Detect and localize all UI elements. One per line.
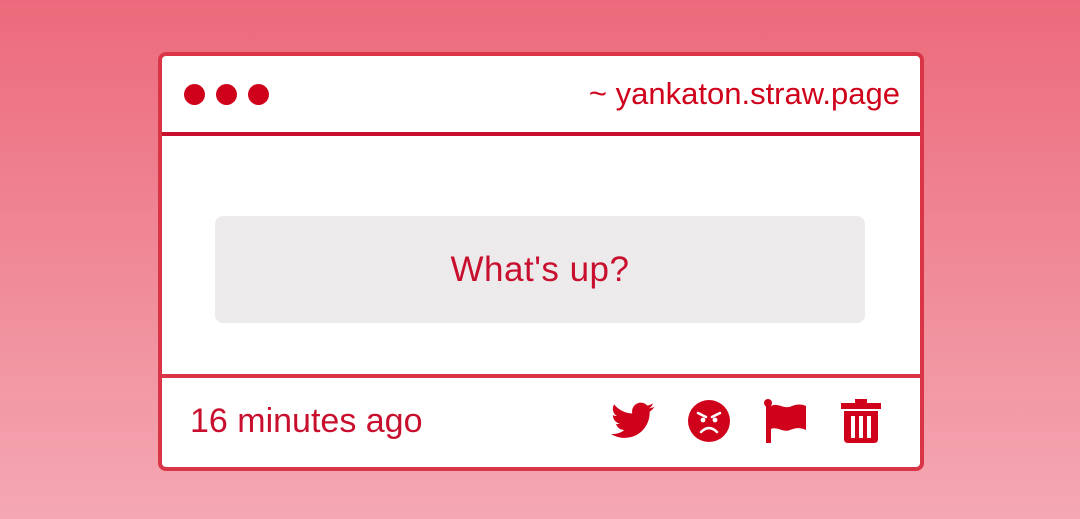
action-bar bbox=[610, 398, 884, 444]
message-text: What's up? bbox=[450, 249, 630, 289]
window-dot bbox=[248, 84, 269, 105]
page-url[interactable]: ~ yankaton.straw.page bbox=[589, 74, 900, 114]
timestamp: 16 minutes ago bbox=[190, 402, 423, 440]
message-box: What's up? bbox=[215, 216, 865, 323]
flag-icon[interactable] bbox=[762, 398, 808, 444]
window-dot bbox=[184, 84, 205, 105]
twitter-icon[interactable] bbox=[610, 398, 656, 444]
message-card: ~ yankaton.straw.page What's up? 16 minu… bbox=[158, 52, 924, 471]
window-dot bbox=[216, 84, 237, 105]
window-titlebar: ~ yankaton.straw.page bbox=[162, 56, 920, 136]
window-controls bbox=[184, 84, 269, 105]
message-area: What's up? bbox=[162, 136, 920, 378]
trash-icon[interactable] bbox=[838, 398, 884, 444]
angry-face-icon[interactable] bbox=[686, 398, 732, 444]
card-footer: 16 minutes ago bbox=[162, 378, 920, 467]
